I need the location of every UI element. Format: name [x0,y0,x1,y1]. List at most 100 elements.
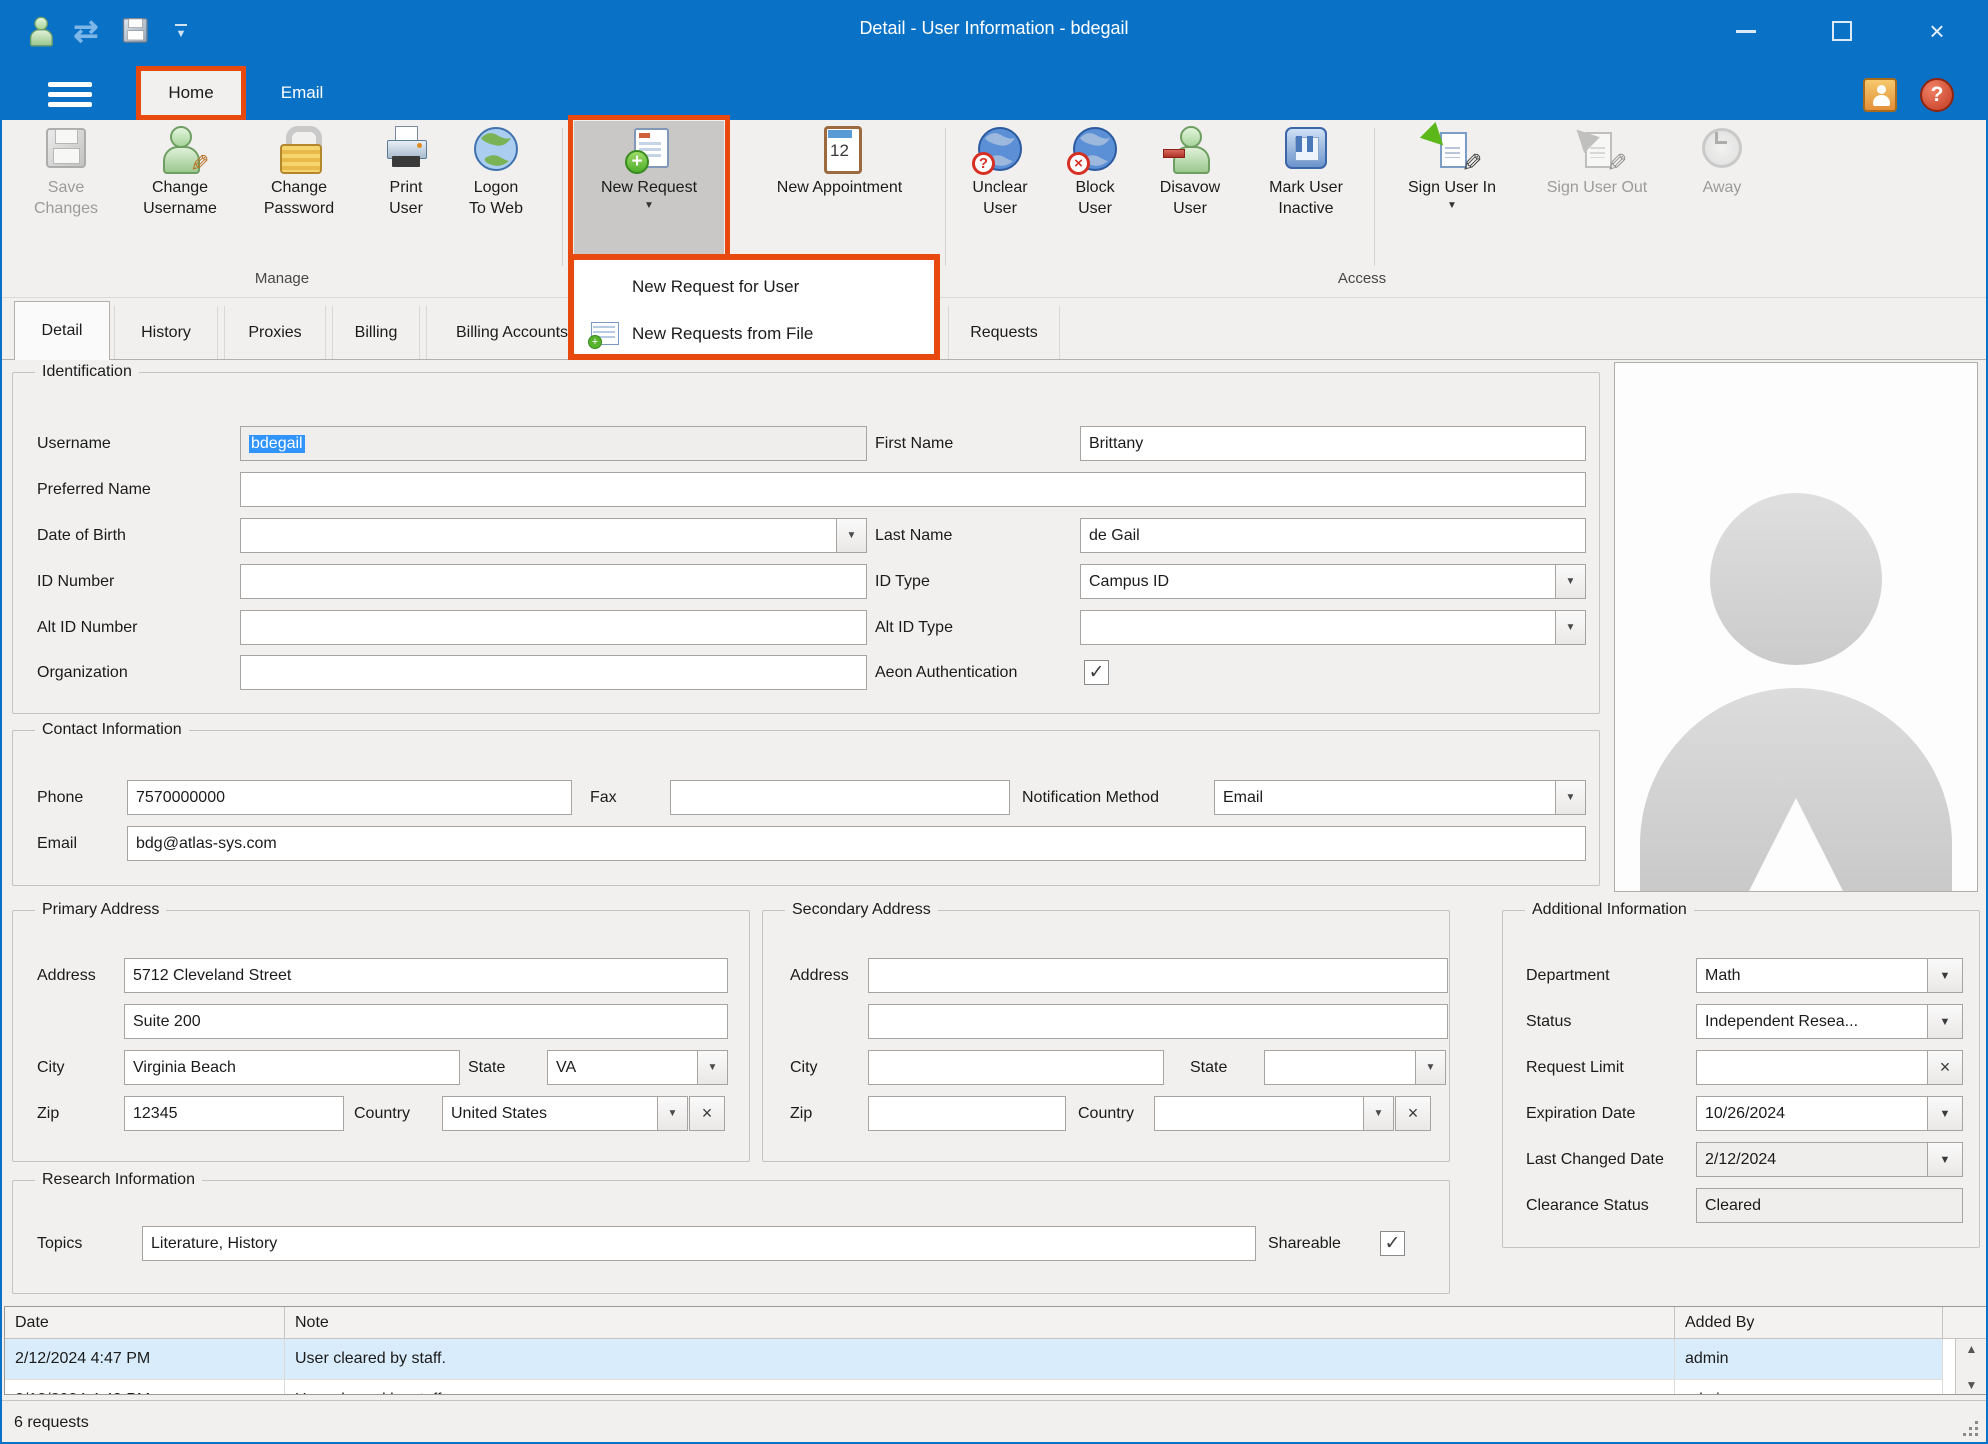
secondary-country-clear-icon[interactable]: × [1395,1096,1431,1131]
column-header-added-by[interactable]: Added By [1675,1307,1943,1339]
preferred-name-field[interactable] [240,472,1586,507]
table-scrollbar[interactable]: ▲ ▼ [1955,1339,1987,1395]
secondary-state-combo[interactable]: ▼ [1264,1050,1446,1085]
new-appointment-button[interactable]: 12 New Appointment [747,123,932,263]
help-icon[interactable]: ? [1920,78,1954,112]
user-info-icon[interactable] [1863,78,1897,112]
sign-user-out-button[interactable]: ▶✎ Sign User Out [1522,123,1672,263]
user-photo-placeholder [1614,362,1978,892]
chevron-down-icon[interactable]: ▼ [1363,1097,1393,1130]
chevron-down-icon[interactable]: ▼ [1555,611,1585,644]
primary-city-field[interactable]: Virginia Beach [124,1050,460,1085]
scroll-up-icon[interactable]: ▲ [1956,1342,1987,1356]
status-dropdown-icon[interactable]: ▼ [1927,1004,1963,1039]
id-type-combo[interactable]: Campus ID▼ [1080,564,1586,599]
notes-table: Date Note Added By 2/12/2024 4:47 PM Use… [4,1306,1988,1395]
request-limit-field[interactable] [1696,1050,1928,1085]
new-request-button[interactable]: + New Request ▼ [574,123,724,263]
logon-to-web-button[interactable]: LogonTo Web [452,123,540,263]
menu-item-new-requests-from-file[interactable]: + New Requests from File [574,310,934,357]
organization-field[interactable] [240,655,867,690]
department-combo[interactable]: Math [1696,958,1928,993]
column-header-note[interactable]: Note [285,1307,1675,1339]
phone-field[interactable]: 7570000000 [127,780,572,815]
last-name-field[interactable]: de Gail [1080,518,1586,553]
resize-grip[interactable] [1975,1433,1978,1436]
last-changed-date-combo[interactable]: 2/12/2024 [1696,1142,1928,1177]
chevron-down-icon[interactable]: ▼ [657,1097,687,1130]
secondary-zip-field[interactable] [868,1096,1066,1131]
status-combo[interactable]: Independent Resea... [1696,1004,1928,1039]
scroll-down-icon[interactable]: ▼ [1956,1378,1987,1392]
secondary-zip-label: Zip [790,1096,812,1131]
topics-field[interactable]: Literature, History [142,1226,1256,1261]
primary-city-label: City [37,1050,65,1085]
unclear-user-button[interactable]: ? UnclearUser [957,123,1043,263]
table-row[interactable]: 2/12/2024 4:43 PM User cleared by staff.… [5,1379,1943,1395]
chevron-down-icon[interactable]: ▼ [697,1051,727,1084]
column-header-date[interactable]: Date [5,1307,285,1339]
date-of-birth-field[interactable]: ▼ [240,518,867,553]
notification-method-combo[interactable]: Email▼ [1214,780,1586,815]
aeon-authentication-checkbox[interactable]: ✓ [1084,660,1109,685]
save-changes-button[interactable]: SaveChanges [22,123,110,263]
change-username-button[interactable]: ✎ ChangeUsername [128,123,232,263]
primary-country-clear-icon[interactable]: × [689,1096,725,1131]
table-row[interactable]: 2/12/2024 4:47 PM User cleared by staff.… [5,1339,1943,1379]
secondary-country-combo[interactable]: ▼ [1154,1096,1394,1131]
secondary-address1-field[interactable] [868,958,1448,993]
secondary-state-label: State [1190,1050,1227,1085]
fax-field[interactable] [670,780,1010,815]
shareable-checkbox[interactable]: ✓ [1380,1231,1405,1256]
last-changed-dropdown-icon[interactable]: ▼ [1927,1142,1963,1177]
tab-proxies[interactable]: Proxies [224,306,326,360]
ribbon-separator [562,128,563,266]
tab-billing[interactable]: Billing [332,306,420,360]
chevron-down-icon[interactable]: ▼ [1555,781,1585,814]
menu-item-new-request-for-user[interactable]: New Request for User [574,263,934,310]
alt-id-type-label: Alt ID Type [875,610,953,645]
tab-email[interactable]: Email [254,66,350,120]
alt-id-type-combo[interactable]: ▼ [1080,610,1586,645]
new-request-menu: New Request for User + New Requests from… [568,254,940,360]
primary-address2-field[interactable]: Suite 200 [124,1004,728,1039]
department-dropdown-icon[interactable]: ▼ [1927,958,1963,993]
expiration-date-combo[interactable]: 10/26/2024 [1696,1096,1928,1131]
primary-zip-field[interactable]: 12345 [124,1096,344,1131]
request-limit-clear-icon[interactable]: × [1927,1050,1963,1085]
change-password-button[interactable]: ChangePassword [242,123,356,263]
chevron-down-icon[interactable]: ▼ [836,519,866,552]
alt-id-number-field[interactable] [240,610,867,645]
ribbon-group-access: Access [1302,270,1422,287]
tab-requests[interactable]: Requests [948,306,1060,360]
close-button[interactable]: × [1909,10,1965,52]
date-of-birth-label: Date of Birth [37,518,126,553]
maximize-button[interactable] [1814,10,1870,52]
secondary-address2-field[interactable] [868,1004,1448,1039]
primary-country-combo[interactable]: United States▼ [442,1096,688,1131]
tab-home[interactable]: Home [136,66,246,120]
secondary-city-field[interactable] [868,1050,1164,1085]
chevron-down-icon[interactable]: ▼ [1415,1051,1445,1084]
first-name-field[interactable]: Brittany [1080,426,1586,461]
mark-user-inactive-button[interactable]: Mark UserInactive [1248,123,1364,263]
tab-history[interactable]: History [114,306,218,360]
sign-user-in-button[interactable]: ▶✎ Sign User In ▼ [1387,123,1517,263]
hamburger-menu-icon[interactable] [48,82,92,108]
tab-detail[interactable]: Detail [14,301,110,360]
unclear-user-icon: ? [976,125,1024,173]
username-field[interactable]: bdegail [240,426,867,461]
minimize-button[interactable] [1718,10,1774,52]
primary-address1-field[interactable]: 5712 Cleveland Street [124,958,728,993]
expiration-dropdown-icon[interactable]: ▼ [1927,1096,1963,1131]
primary-state-combo[interactable]: VA▼ [547,1050,728,1085]
away-button[interactable]: Away [1677,123,1767,263]
email-field[interactable]: bdg@atlas-sys.com [127,826,1586,861]
request-limit-label: Request Limit [1526,1050,1624,1085]
print-user-button[interactable]: PrintUser [370,123,442,263]
block-user-button[interactable]: × BlockUser [1052,123,1138,263]
id-number-field[interactable] [240,564,867,599]
chevron-down-icon[interactable]: ▼ [1555,565,1585,598]
disavow-user-button[interactable]: DisavowUser [1142,123,1238,263]
primary-zip-label: Zip [37,1096,59,1131]
